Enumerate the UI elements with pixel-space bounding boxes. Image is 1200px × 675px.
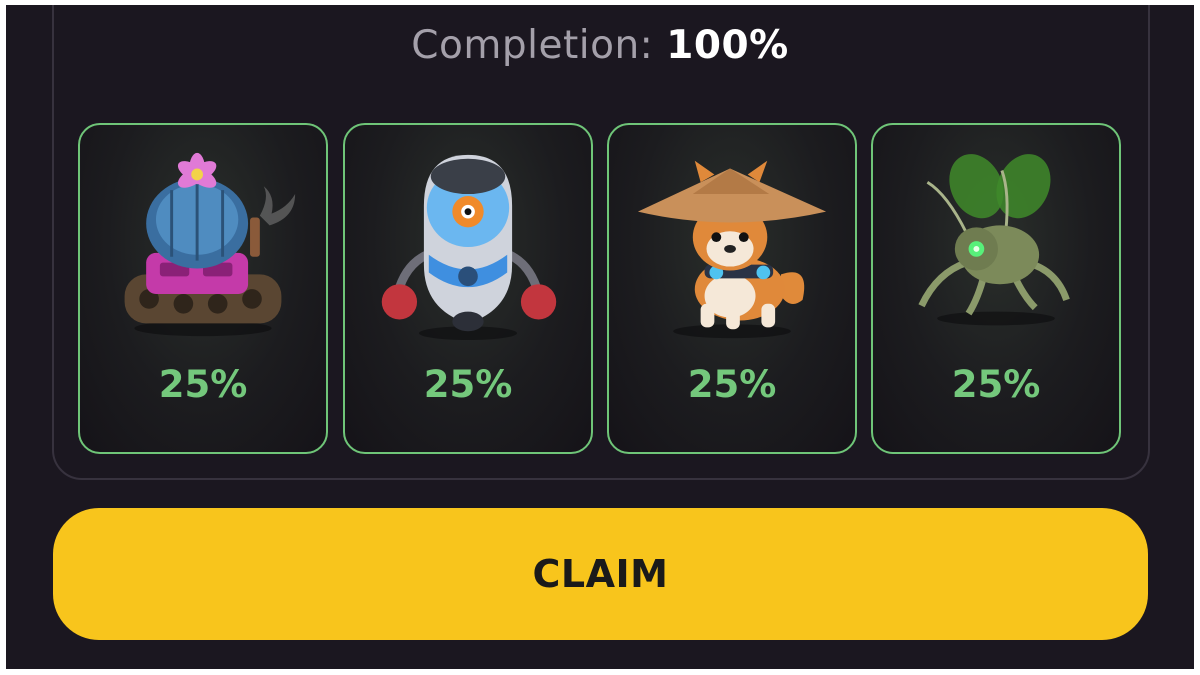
robot-bug-icon xyxy=(918,154,1070,326)
shiba-dog-icon xyxy=(637,160,827,339)
card-shiba-dog[interactable]: 25% xyxy=(607,123,857,454)
cactus-tank-icon xyxy=(124,152,296,337)
card-boxing-robot[interactable]: 25% xyxy=(343,123,593,454)
claim-button-label: CLAIM xyxy=(532,552,669,596)
card-percent: 25% xyxy=(158,363,248,406)
card-robot-bug[interactable]: 25% xyxy=(871,123,1121,454)
card-percent: 25% xyxy=(423,363,513,406)
card-percent: 25% xyxy=(951,363,1041,406)
claim-button[interactable]: CLAIM xyxy=(53,508,1148,640)
completion-status: Completion: 100% xyxy=(6,23,1194,68)
screen: Completion: 100% 25% 25% 25% 25% CLAIM xyxy=(6,5,1194,669)
completion-label: Completion: xyxy=(411,23,654,68)
completion-value: 100% xyxy=(666,23,789,68)
card-percent: 25% xyxy=(687,363,777,406)
boxing-robot-icon xyxy=(381,154,557,341)
card-cactus-tank[interactable]: 25% xyxy=(78,123,328,454)
